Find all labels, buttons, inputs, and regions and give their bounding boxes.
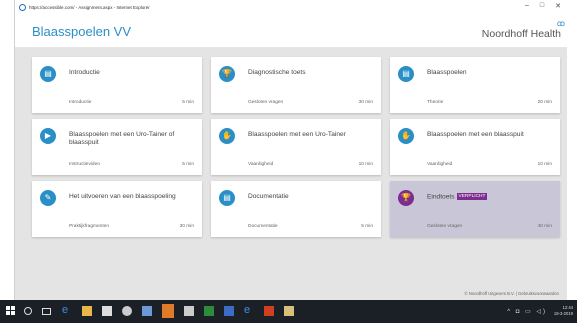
file-explorer-icon[interactable]	[82, 306, 92, 316]
app-header: Blaasspoelen VV ꝏ Noordhoff Health	[15, 14, 567, 48]
app-icon[interactable]	[142, 306, 152, 316]
card-title: Documentatie	[248, 193, 289, 200]
document-icon: ▤	[219, 190, 235, 206]
card-title: Blaasspoelen met een Uro-Tainer of blaas…	[69, 131, 175, 146]
card-title: Blaasspoelen met een Uro-Tainer	[248, 131, 346, 138]
brand-logo-icon: ꝏ	[556, 19, 565, 28]
browser-titlebar: https://accessible.com/ - Assignment.asp…	[15, 0, 567, 14]
card-duration: 40 min	[537, 224, 552, 229]
card-duration: 30 min	[179, 224, 194, 229]
card-type: Vaardigheid	[427, 162, 453, 167]
system-tray[interactable]: ^ ◘ ▭ ◁)	[507, 308, 547, 315]
card-blaasspoeling-uitvoeren[interactable]: ✎ Het uitvoeren van een blaasspoeling Pr…	[32, 181, 202, 237]
internet-explorer-icon	[19, 3, 26, 11]
card-documentatie[interactable]: ▤ Documentatie Documentatie 5 min	[211, 181, 381, 237]
powerpoint-icon[interactable]	[264, 306, 274, 316]
system-clock[interactable]: 12:44 18-3-2019	[554, 305, 573, 317]
video-icon: ▶	[40, 128, 56, 144]
brand-name: Noordhoff Health	[481, 28, 561, 40]
maximize-button[interactable]: □	[540, 2, 544, 10]
document-icon: ▤	[398, 66, 414, 82]
windows-taskbar: e e ^ ◘ ▭ ◁) 12:44 18-3-2019	[0, 300, 577, 323]
card-diagnostische-toets[interactable]: 🏆 Diagnostische toets Gesloten vragen 30…	[211, 57, 381, 113]
document-icon: ▤	[40, 66, 56, 82]
card-type: Introductie	[69, 100, 92, 105]
search-icon[interactable]	[24, 307, 32, 315]
card-introductie[interactable]: ▤ Introductie Introductie 5 min	[32, 57, 202, 113]
card-title: Diagnostische toets	[248, 69, 306, 76]
active-app-icon[interactable]	[162, 304, 174, 318]
card-title: Het uitvoeren van een blaasspoeling	[69, 193, 176, 200]
edge-icon[interactable]: e	[62, 304, 72, 316]
card-type: Gesloten vragen	[427, 224, 463, 229]
card-duration: 20 min	[537, 100, 552, 105]
card-duration: 30 min	[358, 100, 373, 105]
windows-start-icon[interactable]	[6, 306, 15, 315]
task-view-icon[interactable]	[42, 308, 51, 315]
card-duration: 5 min	[182, 162, 194, 167]
hand-icon: ✋	[398, 128, 414, 144]
card-title: Blaasspoelen	[427, 69, 467, 76]
trophy-icon: 🏆	[219, 66, 235, 82]
assignment-grid: ▤ Introductie Introductie 5 min 🏆 Diagno…	[15, 48, 567, 300]
card-title: Blaasspoelen met een blaasspuit	[427, 131, 524, 138]
card-type: Gesloten vragen	[248, 100, 284, 105]
mail-icon[interactable]	[284, 306, 294, 316]
pencil-icon: ✎	[40, 190, 56, 206]
clock-date: 18-3-2019	[553, 311, 573, 316]
excel-icon[interactable]	[204, 306, 214, 316]
word-icon[interactable]	[224, 306, 234, 316]
internet-explorer-icon[interactable]: e	[244, 304, 254, 316]
card-type: Theorie	[427, 100, 444, 105]
card-instructievideo[interactable]: ▶ Blaasspoelen met een Uro-Tainer of bla…	[32, 119, 202, 175]
card-uro-tainer[interactable]: ✋ Blaasspoelen met een Uro-Tainer Vaardi…	[211, 119, 381, 175]
footer-copyright[interactable]: © Noordhoff Uitgevers B.V. | Gebruiksvoo…	[465, 291, 559, 296]
card-eindtoets[interactable]: 🏆 Eindtoets VERPLICHT Gesloten vragen 40 …	[390, 181, 560, 237]
minimize-button[interactable]: –	[525, 2, 529, 10]
card-type: Instructievideo	[69, 162, 100, 167]
card-blaasspoelen[interactable]: ▤ Blaasspoelen Theorie 20 min	[390, 57, 560, 113]
card-type: Praktijkfragmenten	[69, 224, 109, 229]
card-title: Introductie	[69, 69, 100, 76]
chrome-icon[interactable]	[122, 306, 132, 316]
app-icon[interactable]	[184, 306, 194, 316]
browser-window: https://accessible.com/ - Assignment.asp…	[14, 0, 567, 300]
trophy-icon: 🏆	[398, 190, 414, 206]
card-duration: 5 min	[182, 100, 194, 105]
card-title-wrap: Eindtoets VERPLICHT	[427, 193, 552, 201]
card-type: Documentatie	[248, 224, 278, 229]
card-duration: 10 min	[358, 162, 373, 167]
card-blaasspuit[interactable]: ✋ Blaasspoelen met een blaasspuit Vaardi…	[390, 119, 560, 175]
card-type: Vaardigheid	[248, 162, 274, 167]
page-title: Blaasspoelen VV	[32, 24, 132, 39]
browser-title: https://accessible.com/ - Assignment.asp…	[29, 4, 150, 10]
required-badge: VERPLICHT	[456, 193, 488, 200]
hand-icon: ✋	[219, 128, 235, 144]
card-title: Eindtoets	[427, 193, 455, 201]
window-controls: – □ ✕	[525, 2, 561, 10]
card-duration: 5 min	[361, 224, 373, 229]
card-duration: 10 min	[537, 162, 552, 167]
close-button[interactable]: ✕	[555, 2, 561, 10]
store-icon[interactable]	[102, 306, 112, 316]
